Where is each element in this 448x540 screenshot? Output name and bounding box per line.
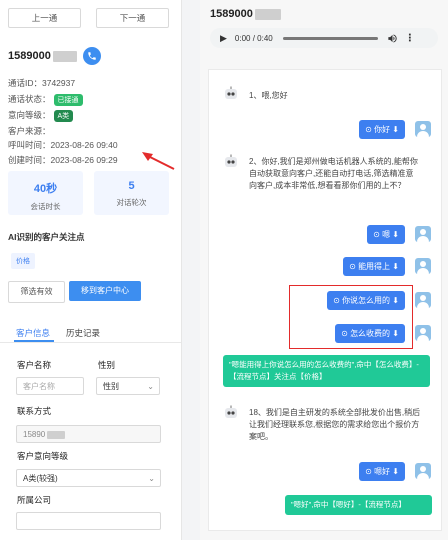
chat-transcript: 1、喂,您好 ⊙ 你好 ⬇ 2、你好,我们是郑州做电话机器人系统的,能帮你自动获… [208,69,442,531]
name-input[interactable]: 客户名称 [16,377,84,395]
active-tab-indicator [14,340,54,342]
masked-digits [52,50,77,62]
chevron-down-icon: ⌄ [147,382,154,391]
name-label: 客户名称 [17,360,52,370]
customer-source: 客户来源： [8,126,51,136]
info-tabs: 客户信息 历史记录 [0,322,181,343]
user-message-text: 嗯好 [374,467,391,476]
audio-time: 0:00 / 0:40 [234,33,273,43]
user-avatar-icon [415,292,431,308]
play-icon[interactable]: ▶ [220,33,227,44]
focus-title: AI识别的客户关注点 [8,232,85,242]
robot-avatar-icon [223,154,239,170]
rounds-label: 对话轮次 [116,198,147,207]
user-avatar-icon [415,258,431,274]
chevron-down-icon: ⌄ [148,474,155,483]
intent-level-select[interactable]: A类(较强) ⌄ [16,469,161,487]
volume-icon[interactable] [387,33,398,44]
user-message-text: 嗯 [382,230,391,239]
tab-history[interactable]: 历史记录 [66,327,100,339]
call-time: 呼叫时间：2023-08-26 09:40 [8,140,118,150]
next-call-button[interactable]: 下一通 [96,8,169,28]
highlight-box [289,285,413,349]
user-message-text: 你好 [374,125,391,134]
call-status-label: 通话状态： [8,94,51,104]
user-message[interactable]: ⊙ 嗯 ⬇ [367,225,405,244]
intent-level-value: A类(较强) [23,474,58,483]
masked-digits [254,8,281,20]
user-message-text: 能用得上 [358,262,391,271]
play-icon: ⊙ [365,125,375,134]
download-icon: ⬇ [390,125,399,134]
customer-phone-row: 1589000 [8,47,101,65]
record-phone: 1589000 [210,8,281,20]
bot-message: 1、喂,您好 [249,91,288,100]
move-to-customer-center-button[interactable]: 移到客户中心 [69,281,141,301]
user-avatar-icon [415,226,431,242]
call-id: 通话ID：3742937 [8,78,76,88]
call-status: 通话状态： 已接通 [8,93,83,106]
bot-message: 18、我们是自主研发的系统全部批发价出售,稍后让我们经理联系您,根据您的需求给您… [249,408,421,441]
intent-level: 意向等级： A类 [8,109,74,122]
duration-value: 40秒 [33,183,58,195]
customer-panel: 上一通 下一通 1589000 通话ID：3742937 通话状态： 已接通 意向… [0,0,182,540]
company-label: 所属公司 [17,495,52,505]
masked-digits [47,430,66,439]
download-icon: ⬇ [390,230,399,239]
user-avatar-icon [415,121,431,137]
contact-field: 15890 [16,425,161,443]
rounds-stat: 5 对话轮次 [94,171,169,215]
focus-tag[interactable]: 价格 [11,253,35,269]
bot-message: 2、你好,我们是郑州做电话机器人系统的,能帮你自动获取意向客户,还能自动打电话,… [249,157,418,190]
gender-label: 性别 [98,360,116,370]
hit-summary: "嗯好",命中【嗯好】-【流程节点】 [285,495,432,515]
rounds-value: 5 [128,180,135,192]
download-icon: ⬇ [390,467,399,476]
intent-badge: A类 [53,109,74,122]
intent-level-label: 意向等级： [8,110,51,120]
audio-progress-bar[interactable] [282,36,378,40]
user-avatar-icon [415,463,431,479]
create-time: 创建时间：2023-08-26 09:29 [8,155,118,165]
robot-avatar-icon [223,405,239,421]
call-icon[interactable] [82,47,101,65]
gender-select-value: 性别 [103,382,119,391]
user-avatar-icon [415,325,431,341]
annotation-arrow [142,152,175,170]
robot-avatar-icon [223,86,239,102]
record-phone-number: 1589000 [210,8,253,20]
company-input[interactable] [16,512,161,530]
more-options-icon[interactable]: ⋮ [405,33,415,44]
play-icon: ⊙ [365,467,375,476]
prev-call-button[interactable]: 上一通 [8,8,81,28]
play-icon: ⊙ [349,262,359,271]
tab-customer-info[interactable]: 客户信息 [16,327,50,339]
call-record-panel: 1589000 ▶ 0:00 / 0:40 ⋮ 1、喂,您好 ⊙ 你好 ⬇ 2、… [200,0,448,540]
play-icon: ⊙ [373,230,383,239]
user-message[interactable]: ⊙ 你好 ⬇ [359,120,405,139]
contact-value: 15890 [23,430,46,439]
status-badge: 已接通 [53,93,83,106]
user-message[interactable]: ⊙ 嗯好 ⬇ [359,462,405,481]
contact-label: 联系方式 [17,406,52,416]
duration-label: 会话时长 [30,202,61,211]
customer-phone: 1589000 [8,50,51,62]
hit-summary: "嗯能用得上你说怎么用的怎么收费的",命中【怎么收费】-【流程节点】关注点【价格… [223,355,430,387]
user-message[interactable]: ⊙ 能用得上 ⬇ [343,257,405,276]
intent-level-field-label: 客户意向等级 [17,451,69,461]
audio-player: ▶ 0:00 / 0:40 ⋮ [210,28,438,48]
filter-valid-button[interactable]: 筛选有效 [8,281,65,303]
duration-stat: 40秒 会话时长 [8,171,83,215]
gender-select[interactable]: 性别 ⌄ [96,377,160,395]
download-icon: ⬇ [390,262,399,271]
